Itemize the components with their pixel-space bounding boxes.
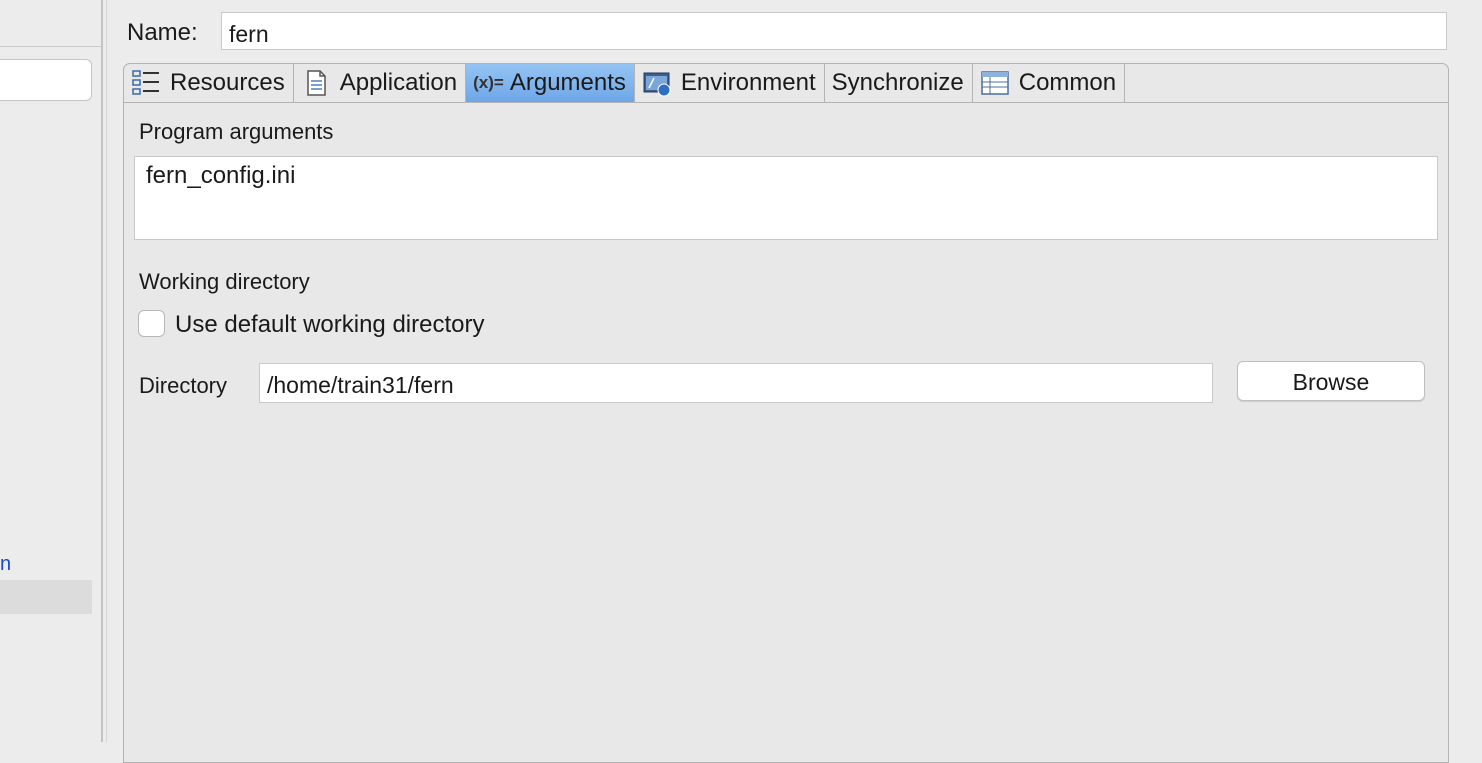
name-label: Name:	[127, 19, 198, 46]
arguments-icon: (x)=	[473, 73, 504, 92]
tab-common[interactable]: Common	[973, 64, 1126, 102]
use-default-working-directory-label[interactable]: Use default working directory	[175, 311, 484, 339]
tab-resources[interactable]: Resources	[124, 64, 294, 102]
sidebar-filter-input[interactable]	[0, 59, 92, 101]
tab-arguments[interactable]: (x)= Arguments	[466, 64, 635, 102]
directory-label: Directory	[139, 373, 228, 398]
tab-strip: Resources Application (x)= Arguments Env…	[124, 64, 1126, 102]
tab-synchronize-label: Synchronize	[831, 69, 964, 96]
tab-synchronize[interactable]: Synchronize	[825, 64, 973, 102]
environment-icon	[642, 68, 672, 98]
directory-field[interactable]: /home/train31/fern	[259, 363, 1213, 403]
program-arguments-textarea[interactable]: fern_config.ini	[134, 156, 1438, 240]
browse-button[interactable]: Browse	[1237, 361, 1425, 401]
resources-icon	[131, 68, 161, 98]
working-directory-label: Working directory	[139, 269, 310, 294]
tab-resources-label: Resources	[170, 69, 285, 96]
launch-config-sidebar	[0, 0, 102, 742]
tab-environment-label: Environment	[680, 69, 816, 96]
common-icon	[980, 68, 1010, 98]
tab-arguments-label: Arguments	[509, 69, 626, 96]
pane-splitter-edge	[106, 0, 107, 742]
tab-common-label: Common	[1018, 69, 1117, 96]
pane-splitter[interactable]	[101, 0, 103, 742]
program-arguments-label: Program arguments	[139, 119, 334, 144]
use-default-working-directory-checkbox[interactable]	[138, 310, 165, 337]
name-field[interactable]: fern	[221, 12, 1447, 50]
tab-application[interactable]: Application	[294, 64, 467, 102]
tab-application-label: Application	[339, 69, 458, 96]
sidebar-selected-item[interactable]	[0, 580, 92, 614]
application-icon	[301, 68, 331, 98]
tab-environment[interactable]: Environment	[635, 64, 825, 102]
sidebar-toolbar-separator	[0, 46, 102, 47]
tab-strip-border	[124, 102, 1448, 103]
sidebar-item-fragment[interactable]: n	[0, 553, 11, 576]
